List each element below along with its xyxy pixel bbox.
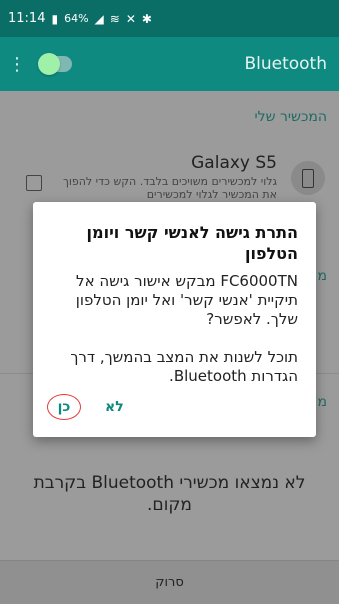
toggle-knob — [38, 53, 60, 75]
my-device-header: המכשיר שלי — [254, 109, 327, 125]
more-vert-icon[interactable]: ⋮ — [0, 54, 34, 75]
wifi-icon: ≋ — [109, 11, 120, 26]
no-devices-message: לא נמצאו מכשירי Bluetooth בקרבת מקום. — [33, 473, 306, 515]
available-devices-header: מ — [317, 394, 327, 410]
app-bar: ⋮ Bluetooth — [0, 37, 339, 91]
bluetooth-toggle[interactable] — [38, 53, 72, 75]
status-bar: 11:14 ▮ 64% ◢ ≋ ✕ ✱ — [0, 0, 339, 37]
dialog-note: תוכל לשנות את המצב בהמשך, דרך הגדרות Blu… — [70, 348, 298, 385]
battery-percent: 64% — [64, 12, 89, 25]
paired-devices-header: מ — [317, 268, 327, 284]
scan-button[interactable]: סרוק — [0, 560, 339, 604]
battery-icon: ▮ — [51, 11, 59, 26]
bluetooth-icon: ✱ — [141, 11, 152, 26]
visibility-checkbox[interactable] — [26, 175, 42, 191]
dialog-title: התרת גישה לאנשי קשר ויומן הטלפון — [86, 223, 298, 263]
phone-icon — [291, 161, 325, 195]
dialog-message: FC6000TN מבקש אישור גישה אל תיקיית 'אנשי… — [75, 272, 298, 328]
dialog-actions: כן לא — [47, 394, 130, 420]
allow-button[interactable]: כן — [47, 394, 81, 420]
dialog-body: FC6000TN מבקש אישור גישה אל תיקיית 'אנשי… — [48, 272, 298, 405]
deny-button[interactable]: לא — [99, 394, 130, 420]
permission-dialog: התרת גישה לאנשי קשר ויומן הטלפון FC6000T… — [33, 202, 316, 437]
mute-icon: ✕ — [125, 11, 136, 26]
clock: 11:14 — [8, 11, 46, 26]
page-title: Bluetooth — [244, 54, 327, 74]
device-visibility-description: גלוי למכשירים משויכים בלבד. הקש כדי להפו… — [62, 175, 277, 201]
signal-icon: ◢ — [94, 11, 104, 26]
device-name: Galaxy S5 — [191, 153, 277, 173]
